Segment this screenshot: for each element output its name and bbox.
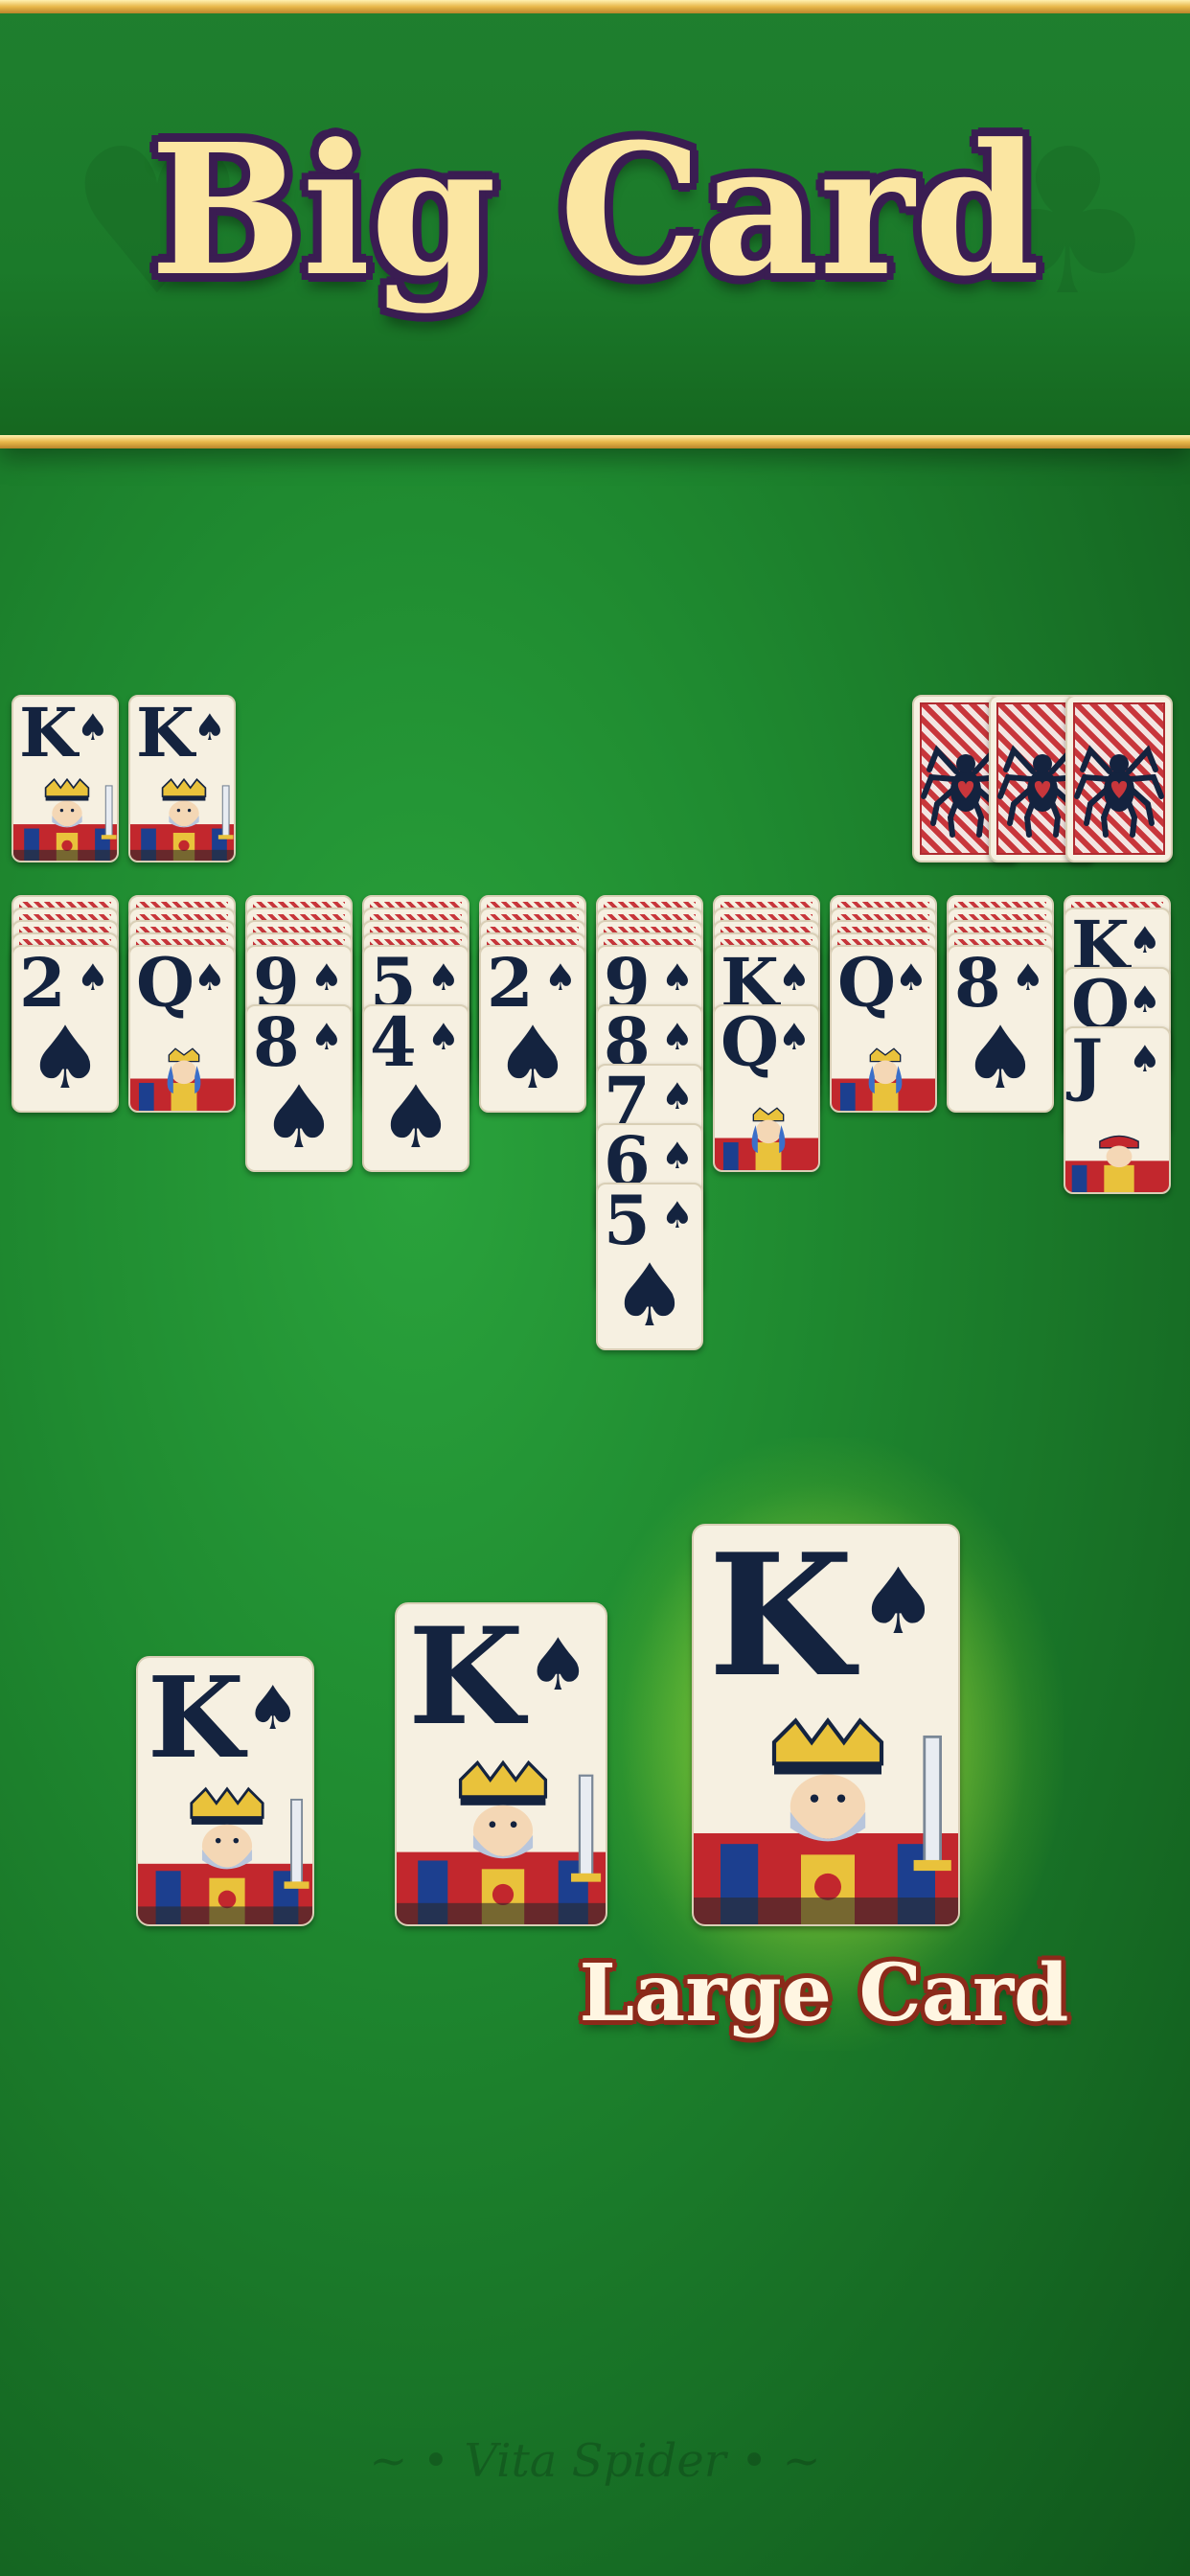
tableau-card[interactable]: 4 ♠ ♠: [362, 1004, 469, 1172]
king-portrait-icon: [13, 777, 117, 861]
king-portrait-icon: [130, 777, 234, 861]
spade-suit-icon: ♠: [1128, 978, 1161, 1021]
spade-suit-icon: ♠: [777, 1016, 811, 1058]
foundation-card[interactable]: K ♠: [11, 695, 119, 862]
card-rank: K: [148, 1656, 244, 1783]
spider-icon: [1074, 745, 1164, 838]
large-card-label: Large Card: [579, 1947, 1069, 2039]
king-portrait-icon: [397, 1760, 606, 1924]
card-rank: K: [19, 695, 78, 772]
spade-suit-icon: ♠: [245, 1673, 300, 1743]
foundation-card[interactable]: K ♠: [128, 695, 236, 862]
spade-suit-icon: ♠: [309, 1016, 343, 1058]
stock-card-back[interactable]: [1065, 695, 1173, 862]
left-flourish-icon: ~ •: [369, 2434, 465, 2488]
tableau-card[interactable]: 8 ♠ ♠: [245, 1004, 353, 1172]
tableau-card[interactable]: 2 ♠ ♠: [479, 945, 586, 1113]
card-rank: Q: [837, 945, 896, 1023]
card-rank: K: [408, 1602, 524, 1755]
jack-portrait-icon: [1065, 1135, 1169, 1192]
tableau-card[interactable]: J ♠: [1064, 1026, 1171, 1194]
banner-title: Big Card: [149, 104, 1041, 316]
brand-name: Vita Spider: [464, 2434, 726, 2488]
king-portrait-icon: [138, 1786, 312, 1924]
queen-portrait-icon: [832, 1047, 935, 1111]
banner-top-border: [0, 0, 1190, 13]
spade-suit-icon: ♠: [660, 1016, 694, 1058]
spade-pip-icon: ♠: [961, 1008, 1040, 1109]
spade-suit-icon: ♠: [525, 1622, 590, 1707]
spade-suit-icon: ♠: [660, 1075, 694, 1117]
right-flourish-icon: • ~: [725, 2434, 821, 2488]
spade-suit-icon: ♠: [857, 1550, 939, 1655]
spade-suit-icon: ♠: [76, 706, 109, 748]
spade-suit-icon: ♠: [193, 956, 226, 999]
spade-suit-icon: ♠: [1128, 919, 1161, 961]
tableau-card[interactable]: 2 ♠ ♠: [11, 945, 119, 1113]
banner-bottom-border: [0, 435, 1190, 448]
card-rank: Q: [136, 945, 195, 1023]
spade-pip-icon: ♠: [260, 1068, 338, 1168]
spade-suit-icon: ♠: [426, 956, 460, 999]
spade-suit-icon: ♠: [1128, 1038, 1161, 1080]
spade-pip-icon: ♠: [493, 1008, 572, 1109]
spade-pip-icon: ♠: [610, 1246, 689, 1346]
spade-pip-icon: ♠: [26, 1008, 104, 1109]
spade-suit-icon: ♠: [1011, 956, 1044, 999]
spade-suit-icon: ♠: [426, 1016, 460, 1058]
card-rank: K: [708, 1524, 854, 1714]
spade-suit-icon: ♠: [660, 1194, 694, 1236]
card-rank: J: [1071, 1026, 1103, 1104]
spade-suit-icon: ♠: [660, 1135, 694, 1177]
spade-suit-icon: ♠: [777, 956, 811, 999]
tableau-card[interactable]: Q ♠: [830, 945, 937, 1113]
spade-pip-icon: ♠: [377, 1068, 455, 1168]
spade-suit-icon: ♠: [660, 956, 694, 999]
spade-suit-icon: ♠: [193, 706, 226, 748]
king-portrait-icon: [694, 1717, 958, 1924]
card-rank: Q: [721, 1004, 779, 1082]
tableau-card[interactable]: 5 ♠ ♠: [596, 1183, 703, 1350]
spade-suit-icon: ♠: [76, 956, 109, 999]
spade-suit-icon: ♠: [894, 956, 927, 999]
large-king-card[interactable]: K ♠: [692, 1524, 960, 1926]
medium-king-card[interactable]: K ♠: [395, 1602, 607, 1926]
small-king-card[interactable]: K ♠: [136, 1656, 314, 1926]
footer-brand: ~ • Vita Spider • ~: [0, 2434, 1190, 2488]
tableau-card[interactable]: Q ♠: [713, 1004, 820, 1172]
tableau-card[interactable]: Q ♠: [128, 945, 236, 1113]
spade-suit-icon: ♠: [309, 956, 343, 999]
card-rank: K: [136, 695, 195, 772]
spade-suit-icon: ♠: [543, 956, 577, 999]
queen-portrait-icon: [130, 1047, 234, 1111]
header-banner: ♥ ♣ Big Card: [0, 0, 1190, 448]
tableau-card[interactable]: 8 ♠ ♠: [947, 945, 1054, 1113]
queen-portrait-icon: [715, 1107, 818, 1170]
